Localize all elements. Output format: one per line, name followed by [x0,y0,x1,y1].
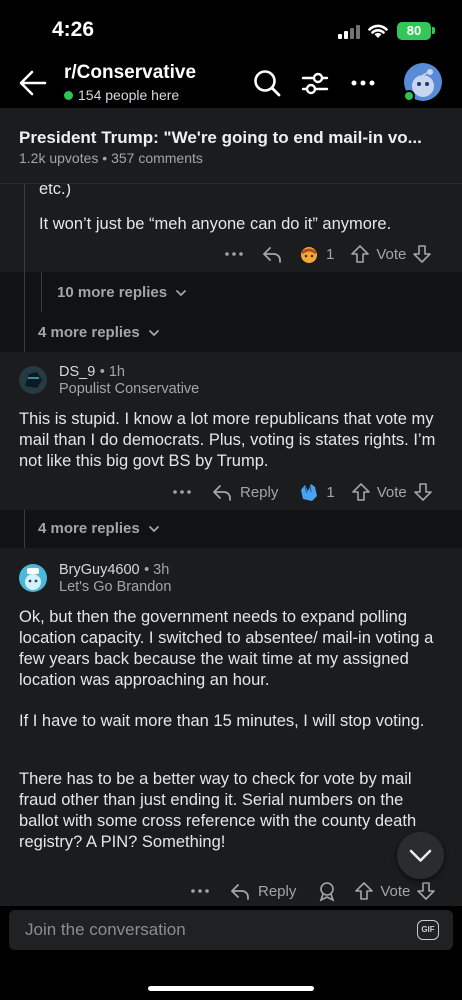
reply-icon [213,485,231,501]
comment-time: 3h [153,562,170,578]
vote-label: Vote [376,245,407,263]
reply-label: Reply [240,483,279,501]
comment-username[interactable]: BryGuy4600 [59,562,140,578]
reply-label: Reply [258,882,297,900]
vote-control[interactable]: Vote [351,482,433,502]
user-flair: Let's Go Brandon [59,579,172,595]
comments-feed[interactable]: etc.) It won’t just be “meh anyone can d… [0,184,462,906]
vote-control[interactable]: Vote [350,244,432,264]
more-replies-button[interactable]: 10 more replies [57,284,187,301]
signal-icon [338,25,360,39]
more-replies-label: 4 more replies [38,324,140,341]
comment-text: It won’t just be “meh anyone can do it” … [39,215,392,233]
comment-header: BryGuy4600 • 3h [59,562,170,578]
commenter-avatar[interactable] [19,564,47,592]
comment-header: DS_9 • 1h [59,364,125,380]
filter-icon[interactable] [300,68,330,98]
more-replies-row[interactable]: 4 more replies [0,510,462,548]
more-replies-row[interactable]: 10 more replies [0,272,462,400]
award-icon[interactable] [316,880,338,902]
comment-ds9: DS_9 • 1h Populist Conservative This is … [0,352,462,510]
chevron-down-icon [176,289,186,296]
award-count: 1 [326,483,335,501]
reply-icon[interactable] [260,242,284,266]
vote-label: Vote [380,882,411,900]
more-options-icon[interactable] [348,68,378,98]
comment-previous: etc.) It won’t just be “meh anyone can d… [0,184,462,272]
home-indicator[interactable] [148,986,314,991]
vote-control[interactable]: Vote [354,881,436,901]
more-replies-button[interactable]: 4 more replies [38,324,160,341]
post-summary-bar[interactable]: President Trump: "We're going to end mai… [0,108,462,184]
thread-line [41,272,42,312]
commenter-avatar[interactable] [19,366,47,394]
downvote-icon[interactable] [412,244,432,264]
award-emoji-icon [301,247,317,263]
search-icon[interactable] [252,68,282,98]
battery-tip [432,27,435,34]
comment-bryguy: BryGuy4600 • 3h Let's Go Brandon Ok, but… [0,548,462,906]
downvote-icon[interactable] [413,482,433,502]
battery-indicator: 80 [397,22,431,40]
gif-button[interactable]: GIF [417,920,439,940]
award-count: 1 [326,245,335,263]
more-icon[interactable] [222,242,246,266]
user-flair: Populist Conservative [59,381,200,397]
comment-username[interactable]: DS_9 [59,364,95,380]
comment-text-tail: etc.) [39,184,72,198]
more-replies-button[interactable]: 4 more replies [38,520,160,537]
composer-area: GIF [0,906,462,1000]
avatar-online-indicator [403,90,415,102]
comment-text: This is stupid. I know a lot more republ… [19,410,436,470]
award-button[interactable]: 1 [298,243,334,265]
online-count-label: 154 people here [78,87,180,103]
chevron-down-icon [409,849,432,862]
downvote-icon[interactable] [416,881,436,901]
award-button[interactable]: 1 [298,481,335,503]
chevron-down-icon [148,329,159,336]
more-replies-label: 10 more replies [57,284,168,301]
reply-button[interactable]: Reply [210,480,278,504]
chevron-down-icon [148,525,159,532]
status-time: 4:26 [52,18,95,41]
reply-icon [231,884,249,900]
clapping-hands-icon [301,484,318,501]
comment-paragraph-1: Ok, but then the government needs to exp… [19,608,434,689]
comment-actions: 1 Vote [222,242,432,266]
thread-line [24,184,25,272]
more-replies-label: 4 more replies [38,520,140,537]
post-title[interactable]: President Trump: "We're going to end mai… [19,128,449,148]
comment-paragraph-2: If I have to wait more than 15 minutes, … [19,712,425,730]
comment-input[interactable] [25,920,385,940]
online-dot-icon [64,90,73,100]
post-meta: 1.2k upvotes • 357 comments [19,150,203,166]
status-bar: 4:26 80 [0,0,462,58]
upvote-icon[interactable] [350,244,370,264]
reply-button[interactable]: Reply [228,879,296,903]
wifi-icon [368,24,388,38]
comment-actions: Reply 1 Vote [170,480,433,504]
comment-paragraph-3: There has to be a better way to check fo… [19,770,417,851]
comment-time: 1h [108,364,125,380]
vote-label: Vote [376,483,407,501]
more-icon[interactable] [170,480,194,504]
comment-actions: Reply Vote [188,879,436,903]
scroll-to-next-button[interactable] [397,832,444,879]
upvote-icon[interactable] [351,482,371,502]
more-icon[interactable] [188,879,212,903]
more-replies-row[interactable]: 4 more replies [0,312,462,352]
back-arrow-icon[interactable] [18,68,48,98]
comment-composer[interactable]: GIF [9,910,453,950]
subreddit-header: r/Conservative 154 people here [0,58,462,108]
upvote-icon[interactable] [354,881,374,901]
subreddit-name[interactable]: r/Conservative [64,62,196,84]
thread-line [24,510,25,548]
online-count: 154 people here [64,87,179,103]
